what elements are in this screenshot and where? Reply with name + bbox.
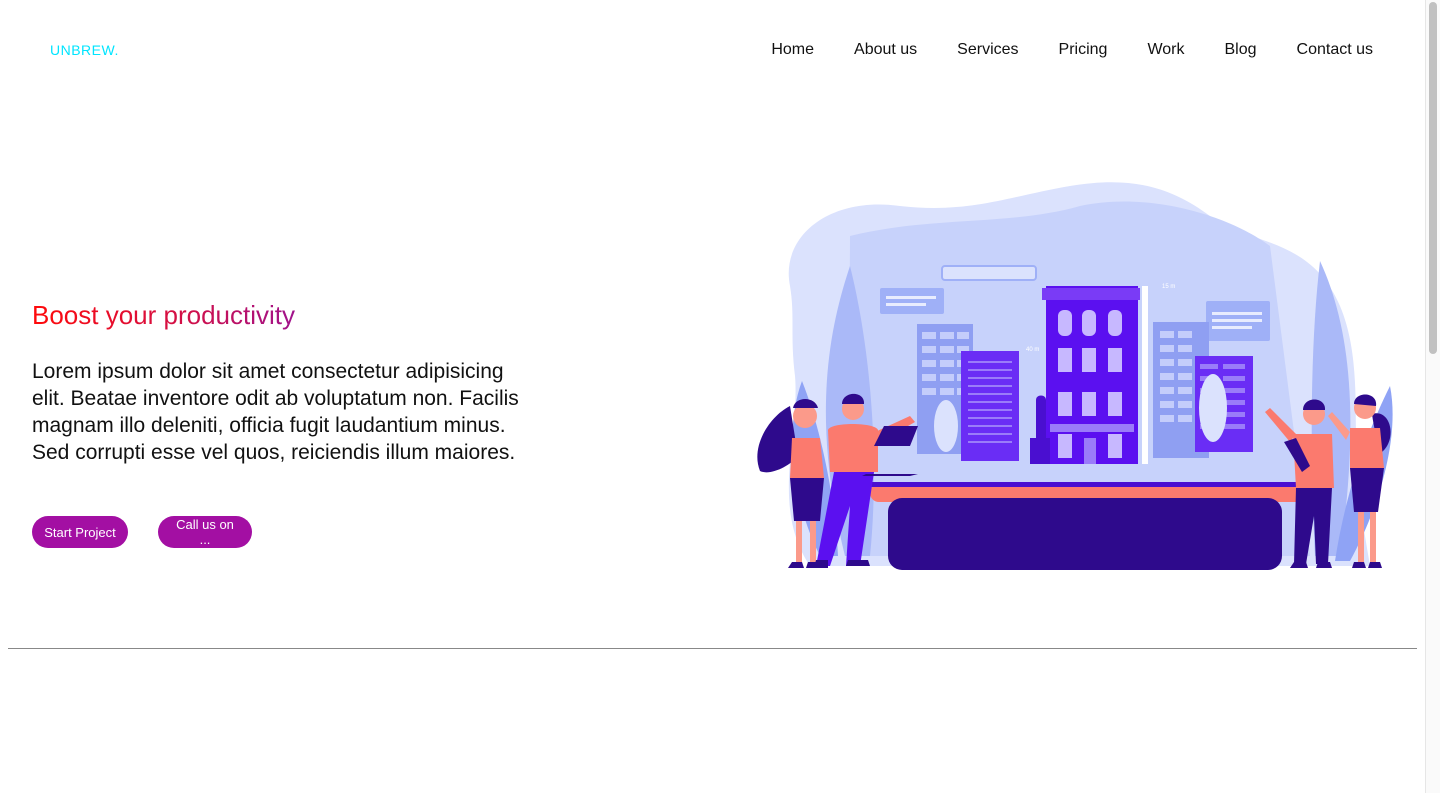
nav-contact-us[interactable]: Contact us [1297,40,1373,60]
scrollbar-thumb[interactable] [1429,2,1437,354]
nav-pricing[interactable]: Pricing [1059,40,1108,60]
section-divider [8,648,1417,649]
start-project-button[interactable]: Start Project [32,516,128,548]
hero-title: Boost your productivity [32,300,296,330]
hero-illustration: 15 m 40 m [757,182,1393,570]
logo[interactable]: UNBREW. [50,42,119,58]
nav-blog[interactable]: Blog [1224,40,1256,60]
measure-label-top: 15 m [1162,284,1175,290]
nav-services[interactable]: Services [957,40,1018,60]
nav-work[interactable]: Work [1147,40,1184,60]
main-nav: Home About us Services Pricing Work Blog… [771,40,1373,60]
call-us-button[interactable]: Call us on ... [158,516,252,548]
nav-home[interactable]: Home [771,40,814,60]
page: UNBREW. Home About us Services Pricing W… [0,0,1425,793]
hero-text: Lorem ipsum dolor sit amet consectetur a… [32,360,519,464]
measure-label-side: 40 m [1026,347,1039,353]
page-scrollbar[interactable] [1425,0,1440,793]
nav-about-us[interactable]: About us [854,40,917,60]
